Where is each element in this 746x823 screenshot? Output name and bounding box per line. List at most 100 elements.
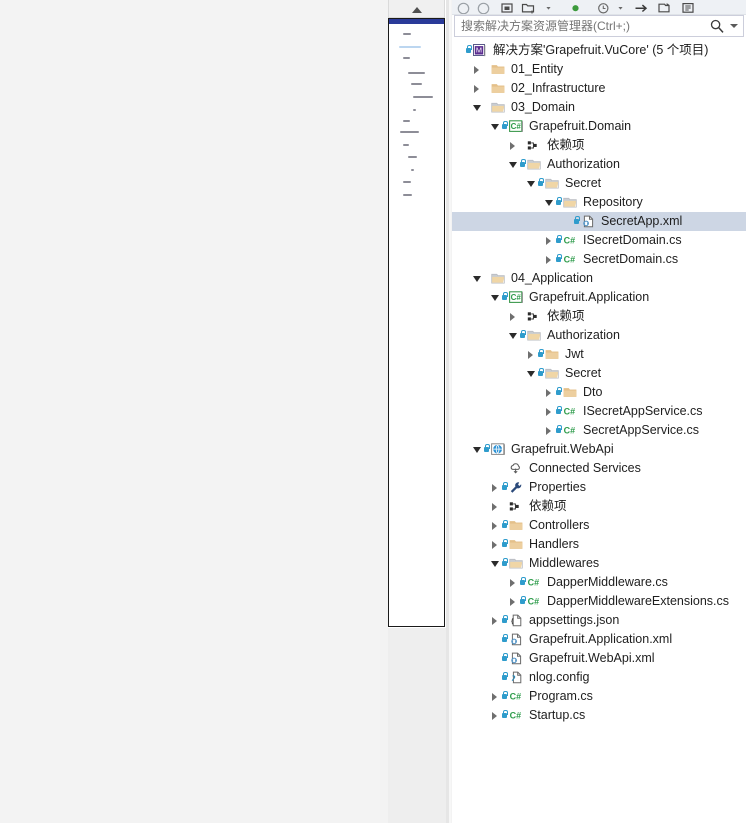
expander-expanded-icon[interactable] <box>506 326 519 345</box>
expander-collapsed-icon[interactable] <box>542 383 555 402</box>
tree-item-dappermiddleware_cs[interactable]: C# DapperMiddleware.cs <box>452 573 746 592</box>
code-minimap[interactable] <box>388 18 445 627</box>
pending-changes-button[interactable] <box>597 0 610 14</box>
expander-collapsed-icon[interactable] <box>488 535 501 554</box>
tree-item-middlewares[interactable]: Middlewares <box>452 554 746 573</box>
web-project-icon <box>490 440 507 459</box>
tree-item-appsettings_json[interactable]: appsettings.json <box>452 611 746 630</box>
sync-button[interactable] <box>634 0 649 14</box>
tree-item-nlog_config[interactable]: nlog.config <box>452 668 746 687</box>
solution-tree[interactable]: M 解决方案'Grapefruit.VuCore' (5 个项目) 01_Entit… <box>452 41 746 725</box>
tree-item-app_authorization[interactable]: Authorization <box>452 326 746 345</box>
tree-item-grapefruit_webapi_xml[interactable]: Grapefruit.WebApi.xml <box>452 649 746 668</box>
tree-item-domain_authorization[interactable]: Authorization <box>452 155 746 174</box>
show-all-files-button[interactable] <box>657 0 671 14</box>
new-folder-button[interactable] <box>521 0 536 14</box>
show-all-files-icon <box>657 1 671 14</box>
tree-item-connected_services[interactable]: Connected Services <box>452 459 746 478</box>
expander-collapsed-icon[interactable] <box>470 60 483 79</box>
minimap-viewport[interactable] <box>389 19 444 24</box>
expander-expanded-icon[interactable] <box>488 117 501 136</box>
expander-expanded-icon[interactable] <box>524 174 537 193</box>
tree-item-grapefruit_application_xml[interactable]: Grapefruit.Application.xml <box>452 630 746 649</box>
dependencies-icon <box>526 136 543 155</box>
tree-item-01_entity[interactable]: 01_Entity <box>452 60 746 79</box>
expander-expanded-icon[interactable] <box>488 554 501 573</box>
tree-item-controllers[interactable]: Controllers <box>452 516 746 535</box>
expander-collapsed-icon[interactable] <box>488 478 501 497</box>
tree-item-03_domain[interactable]: 03_Domain <box>452 98 746 117</box>
tree-item-app_deps[interactable]: 依赖项 <box>452 307 746 326</box>
search-input[interactable] <box>454 15 744 37</box>
minimap-code-line <box>403 120 410 122</box>
tree-item-secretapp_xml[interactable]: SecretApp.xml <box>452 212 746 231</box>
tree-item-app_jwt[interactable]: Jwt <box>452 345 746 364</box>
forward-button[interactable] <box>477 0 490 14</box>
tree-item-grapefruit_webapi[interactable]: Grapefruit.WebApi <box>452 440 746 459</box>
lock-icon <box>555 421 562 440</box>
expander-collapsed-icon[interactable] <box>488 516 501 535</box>
tree-item-secretdomain_cs[interactable]: C# SecretDomain.cs <box>452 250 746 269</box>
tree-item-isecretdomain_cs[interactable]: C# ISecretDomain.cs <box>452 231 746 250</box>
search-box[interactable] <box>454 15 744 37</box>
expander-expanded-icon[interactable] <box>488 288 501 307</box>
search-icon[interactable] <box>710 19 724 33</box>
tree-item-handlers[interactable]: Handlers <box>452 535 746 554</box>
tree-item-grapefruit_application[interactable]: C# Grapefruit.Application <box>452 288 746 307</box>
expander-collapsed-icon[interactable] <box>506 307 519 326</box>
expander-expanded-icon[interactable] <box>470 269 483 288</box>
tree-item-webapi_deps[interactable]: 依赖项 <box>452 497 746 516</box>
tree-item-properties[interactable]: Properties <box>452 478 746 497</box>
expander-collapsed-icon[interactable] <box>542 421 555 440</box>
tree-item-02_infrastructure[interactable]: 02_Infrastructure <box>452 79 746 98</box>
expander-collapsed-icon[interactable] <box>506 592 519 611</box>
expander-expanded-icon[interactable] <box>506 155 519 174</box>
expander-collapsed-icon[interactable] <box>488 706 501 725</box>
expander-collapsed-icon[interactable] <box>542 402 555 421</box>
tree-item-secretappservice_cs[interactable]: C# SecretAppService.cs <box>452 421 746 440</box>
tree-item-grapefruit_domain[interactable]: C# Grapefruit.Domain <box>452 117 746 136</box>
pending-changes-dropdown[interactable] <box>617 0 624 14</box>
toolbar-overflow-button[interactable] <box>545 0 552 14</box>
expander-collapsed-icon[interactable] <box>488 497 501 516</box>
tree-item-solution[interactable]: M 解决方案'Grapefruit.VuCore' (5 个项目) <box>452 41 746 60</box>
expander-collapsed-icon[interactable] <box>488 687 501 706</box>
tree-item-domain_deps[interactable]: 依赖项 <box>452 136 746 155</box>
expander-collapsed-icon[interactable] <box>506 136 519 155</box>
tree-item-startup_cs[interactable]: C# Startup.cs <box>452 706 746 725</box>
minimap-code-line <box>399 46 421 48</box>
tree-item-domain_repository[interactable]: Repository <box>452 193 746 212</box>
scroll-up-button[interactable] <box>388 0 445 18</box>
expander-collapsed-icon[interactable] <box>488 611 501 630</box>
tree-item-domain_secret[interactable]: Secret <box>452 174 746 193</box>
back-button[interactable] <box>457 0 470 14</box>
search-options-chevron-down-icon[interactable] <box>730 24 738 28</box>
lock-placeholder <box>483 269 490 288</box>
svg-text:C#: C# <box>510 691 522 701</box>
expander-collapsed-icon[interactable] <box>470 79 483 98</box>
tree-item-isecretappservice_cs[interactable]: C# ISecretAppService.cs <box>452 402 746 421</box>
collapse-all-button[interactable] <box>570 0 581 14</box>
expander-expanded-icon[interactable] <box>524 364 537 383</box>
tree-item-label: Properties <box>529 480 586 494</box>
tree-item-program_cs[interactable]: C# Program.cs <box>452 687 746 706</box>
expander-expanded-icon[interactable] <box>470 98 483 117</box>
folder-closed-icon <box>490 60 507 79</box>
expander-collapsed-icon[interactable] <box>506 573 519 592</box>
tree-item-app_dto[interactable]: Dto <box>452 383 746 402</box>
lock-icon <box>573 212 580 231</box>
properties-button[interactable] <box>681 0 695 14</box>
tree-item-dappermiddlewareextensions_cs[interactable]: C# DapperMiddlewareExtensions.cs <box>452 592 746 611</box>
tree-item-app_secret[interactable]: Secret <box>452 364 746 383</box>
tree-item-04_application[interactable]: 04_Application <box>452 269 746 288</box>
expander-collapsed-icon[interactable] <box>542 250 555 269</box>
expander-collapsed-icon[interactable] <box>524 345 537 364</box>
expander-expanded-icon[interactable] <box>470 440 483 459</box>
home-button[interactable] <box>500 0 514 14</box>
expander-collapsed-icon[interactable] <box>542 231 555 250</box>
tree-item-label: 依赖项 <box>529 499 567 513</box>
expander-expanded-icon[interactable] <box>542 193 555 212</box>
